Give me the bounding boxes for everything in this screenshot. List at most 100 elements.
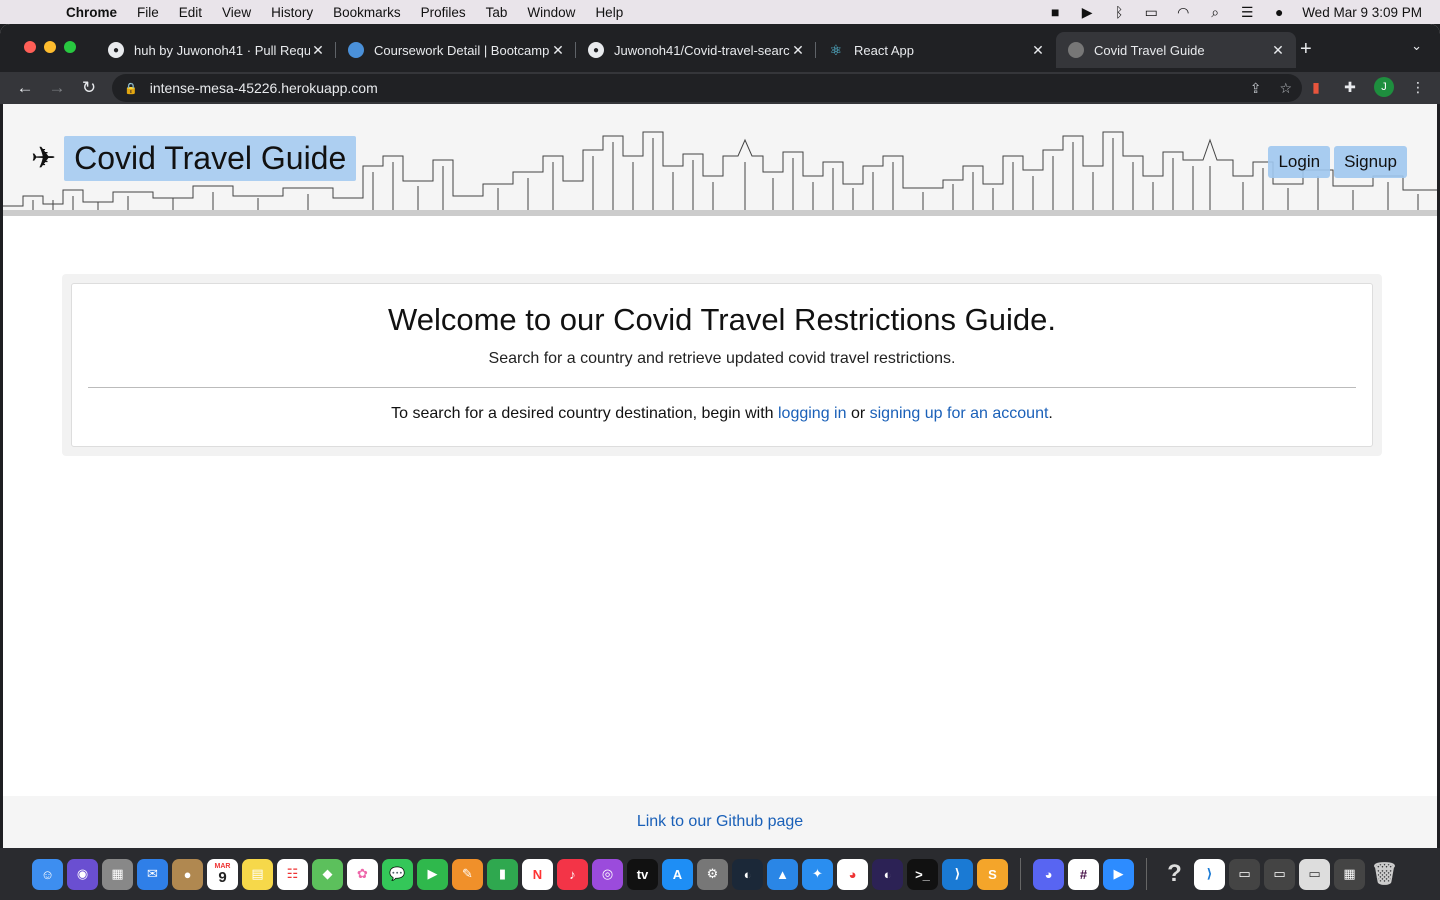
news-icon[interactable]: N <box>522 858 553 890</box>
clock[interactable]: Wed Mar 9 3:09 PM <box>1302 5 1422 20</box>
bluetooth-icon[interactable]: ᛒ <box>1110 4 1128 20</box>
forward-button[interactable]: → <box>41 78 73 98</box>
zoom-icon[interactable]: ▶ <box>1103 858 1134 890</box>
control-center-icon[interactable]: ☰ <box>1238 4 1256 21</box>
photos-icon[interactable]: ✿ <box>347 858 378 890</box>
profile-avatar[interactable]: J <box>1374 77 1394 97</box>
tab-coursework[interactable]: Coursework Detail | Bootcamp ✕ <box>336 32 576 68</box>
siri-icon[interactable]: ● <box>1270 4 1288 20</box>
system-preferences-icon[interactable]: ⚙ <box>697 858 728 890</box>
eclipse-icon[interactable]: ◐ <box>872 858 903 890</box>
share-icon[interactable]: ⇪ <box>1250 80 1262 97</box>
login-link[interactable]: logging in <box>778 405 847 422</box>
maps-icon[interactable]: ◆ <box>312 858 343 890</box>
reminders-icon[interactable]: ☷ <box>277 858 308 890</box>
tab-close-icon[interactable]: ✕ <box>790 42 806 59</box>
auth-buttons: Login Signup <box>1268 146 1407 178</box>
signup-button[interactable]: Signup <box>1334 146 1407 178</box>
tv-icon[interactable]: tv <box>627 858 658 890</box>
vscode-file-icon[interactable]: ⟩ <box>1194 858 1225 890</box>
menu-tab[interactable]: Tab <box>476 5 518 20</box>
facetime-icon[interactable]: ▶ <box>417 858 448 890</box>
recent-window-icon[interactable]: ▭ <box>1299 858 1330 890</box>
finder-icon[interactable]: ☺ <box>32 858 63 890</box>
menu-edit[interactable]: Edit <box>169 5 212 20</box>
bookmark-star-icon[interactable]: ☆ <box>1279 80 1292 97</box>
menu-bookmarks[interactable]: Bookmarks <box>323 5 411 20</box>
extension-icon[interactable]: ▮ <box>1306 77 1326 97</box>
calendar-icon[interactable]: MAR 9 <box>207 858 238 890</box>
mail-icon[interactable]: ✉ <box>137 858 168 890</box>
discord-icon[interactable]: ◕ <box>1033 858 1064 890</box>
close-window-button[interactable] <box>24 41 36 53</box>
tab-pull-request[interactable]: ● huh by Juwonoh41 · Pull Reque ✕ <box>96 32 336 68</box>
login-button[interactable]: Login <box>1268 146 1331 178</box>
pages-icon[interactable]: ✎ <box>452 858 483 890</box>
terminal-icon[interactable]: >_ <box>907 858 938 890</box>
tab-close-icon[interactable]: ✕ <box>550 42 566 59</box>
tab-close-icon[interactable]: ✕ <box>1030 42 1046 59</box>
podcasts-icon[interactable]: ◎ <box>592 858 623 890</box>
dock-separator <box>1020 858 1021 890</box>
tab-react-app[interactable]: ⚛ React App ✕ <box>816 32 1056 68</box>
steam-icon[interactable]: ◐ <box>732 858 763 890</box>
music-icon[interactable]: ♪ <box>557 858 588 890</box>
keynote-icon[interactable]: ▲ <box>767 858 798 890</box>
tab-close-icon[interactable]: ✕ <box>1270 42 1286 59</box>
menu-view[interactable]: View <box>212 5 261 20</box>
trash-icon[interactable]: 🗑 <box>1369 859 1400 890</box>
help-icon[interactable]: ? <box>1159 859 1190 890</box>
launchpad-icon[interactable]: ▦ <box>102 858 133 890</box>
play-icon[interactable]: ▶ <box>1078 4 1096 21</box>
battery-icon[interactable]: ▭ <box>1142 4 1160 21</box>
contacts-icon[interactable]: ● <box>172 858 203 890</box>
url-text[interactable]: intense-mesa-45226.herokuapp.com <box>150 80 378 96</box>
tab-search-chevron-icon[interactable]: ⌄ <box>1411 38 1422 54</box>
chrome-icon[interactable]: ◕ <box>837 858 868 890</box>
notes-icon[interactable]: ▤ <box>242 858 273 890</box>
tab-covid-travel-guide[interactable]: Covid Travel Guide ✕ <box>1056 32 1296 68</box>
back-button[interactable]: ← <box>9 78 41 98</box>
messages-icon[interactable]: 💬 <box>382 858 413 890</box>
wifi-icon[interactable]: ◠ <box>1174 4 1192 21</box>
site-brand[interactable]: ✈ Covid Travel Guide <box>31 136 357 181</box>
sublime-text-icon[interactable]: S <box>977 858 1008 890</box>
new-tab-button[interactable]: + <box>1300 38 1312 61</box>
zoom-window-button[interactable] <box>64 41 76 53</box>
lock-icon[interactable]: 🔒 <box>124 82 138 95</box>
menu-window[interactable]: Window <box>517 5 585 20</box>
signup-link[interactable]: signing up for an account <box>870 405 1049 422</box>
divider <box>88 387 1356 388</box>
slack-icon[interactable]: # <box>1068 858 1099 890</box>
menu-file[interactable]: File <box>127 5 169 20</box>
tab-github-repo[interactable]: ● Juwonoh41/Covid-travel-searc ✕ <box>576 32 816 68</box>
github-icon: ● <box>588 42 604 58</box>
chrome-menu-icon[interactable]: ⋮ <box>1408 77 1428 97</box>
calendar-day: 9 <box>218 869 227 886</box>
address-bar[interactable]: 🔒 intense-mesa-45226.herokuapp.com ⇪ ☆ <box>112 74 1302 102</box>
extensions-puzzle-icon[interactable]: ✚ <box>1340 77 1360 97</box>
site-title[interactable]: Covid Travel Guide <box>64 136 357 181</box>
minimize-window-button[interactable] <box>44 41 56 53</box>
recent-window-icon[interactable]: ▭ <box>1229 858 1260 890</box>
welcome-jumbotron: Welcome to our Covid Travel Restrictions… <box>62 274 1382 456</box>
call-to-action: To search for a desired country destinat… <box>72 405 1372 423</box>
recent-window-icon[interactable]: ▦ <box>1334 858 1365 890</box>
search-icon[interactable]: ⌕ <box>1206 4 1224 21</box>
siri-icon[interactable]: ◉ <box>67 858 98 890</box>
reload-button[interactable]: ↻ <box>73 78 105 98</box>
menu-profiles[interactable]: Profiles <box>411 5 476 20</box>
vscode-icon[interactable]: ⟩ <box>942 858 973 890</box>
screen-record-icon[interactable]: ■ <box>1046 4 1064 20</box>
tab-close-icon[interactable]: ✕ <box>310 42 326 59</box>
numbers-icon[interactable]: ▮ <box>487 858 518 890</box>
menu-help[interactable]: Help <box>585 5 633 20</box>
menu-app-name[interactable]: Chrome <box>56 5 127 20</box>
github-page-link[interactable]: Link to our Github page <box>637 813 803 830</box>
app-store-icon[interactable]: A <box>662 858 693 890</box>
menu-history[interactable]: History <box>261 5 323 20</box>
page-viewport: ✈ Covid Travel Guide Login Signup Welcom… <box>0 104 1440 848</box>
recent-window-icon[interactable]: ▭ <box>1264 858 1295 890</box>
safari-icon[interactable]: ✦ <box>802 858 833 890</box>
page-icon <box>1068 42 1084 58</box>
